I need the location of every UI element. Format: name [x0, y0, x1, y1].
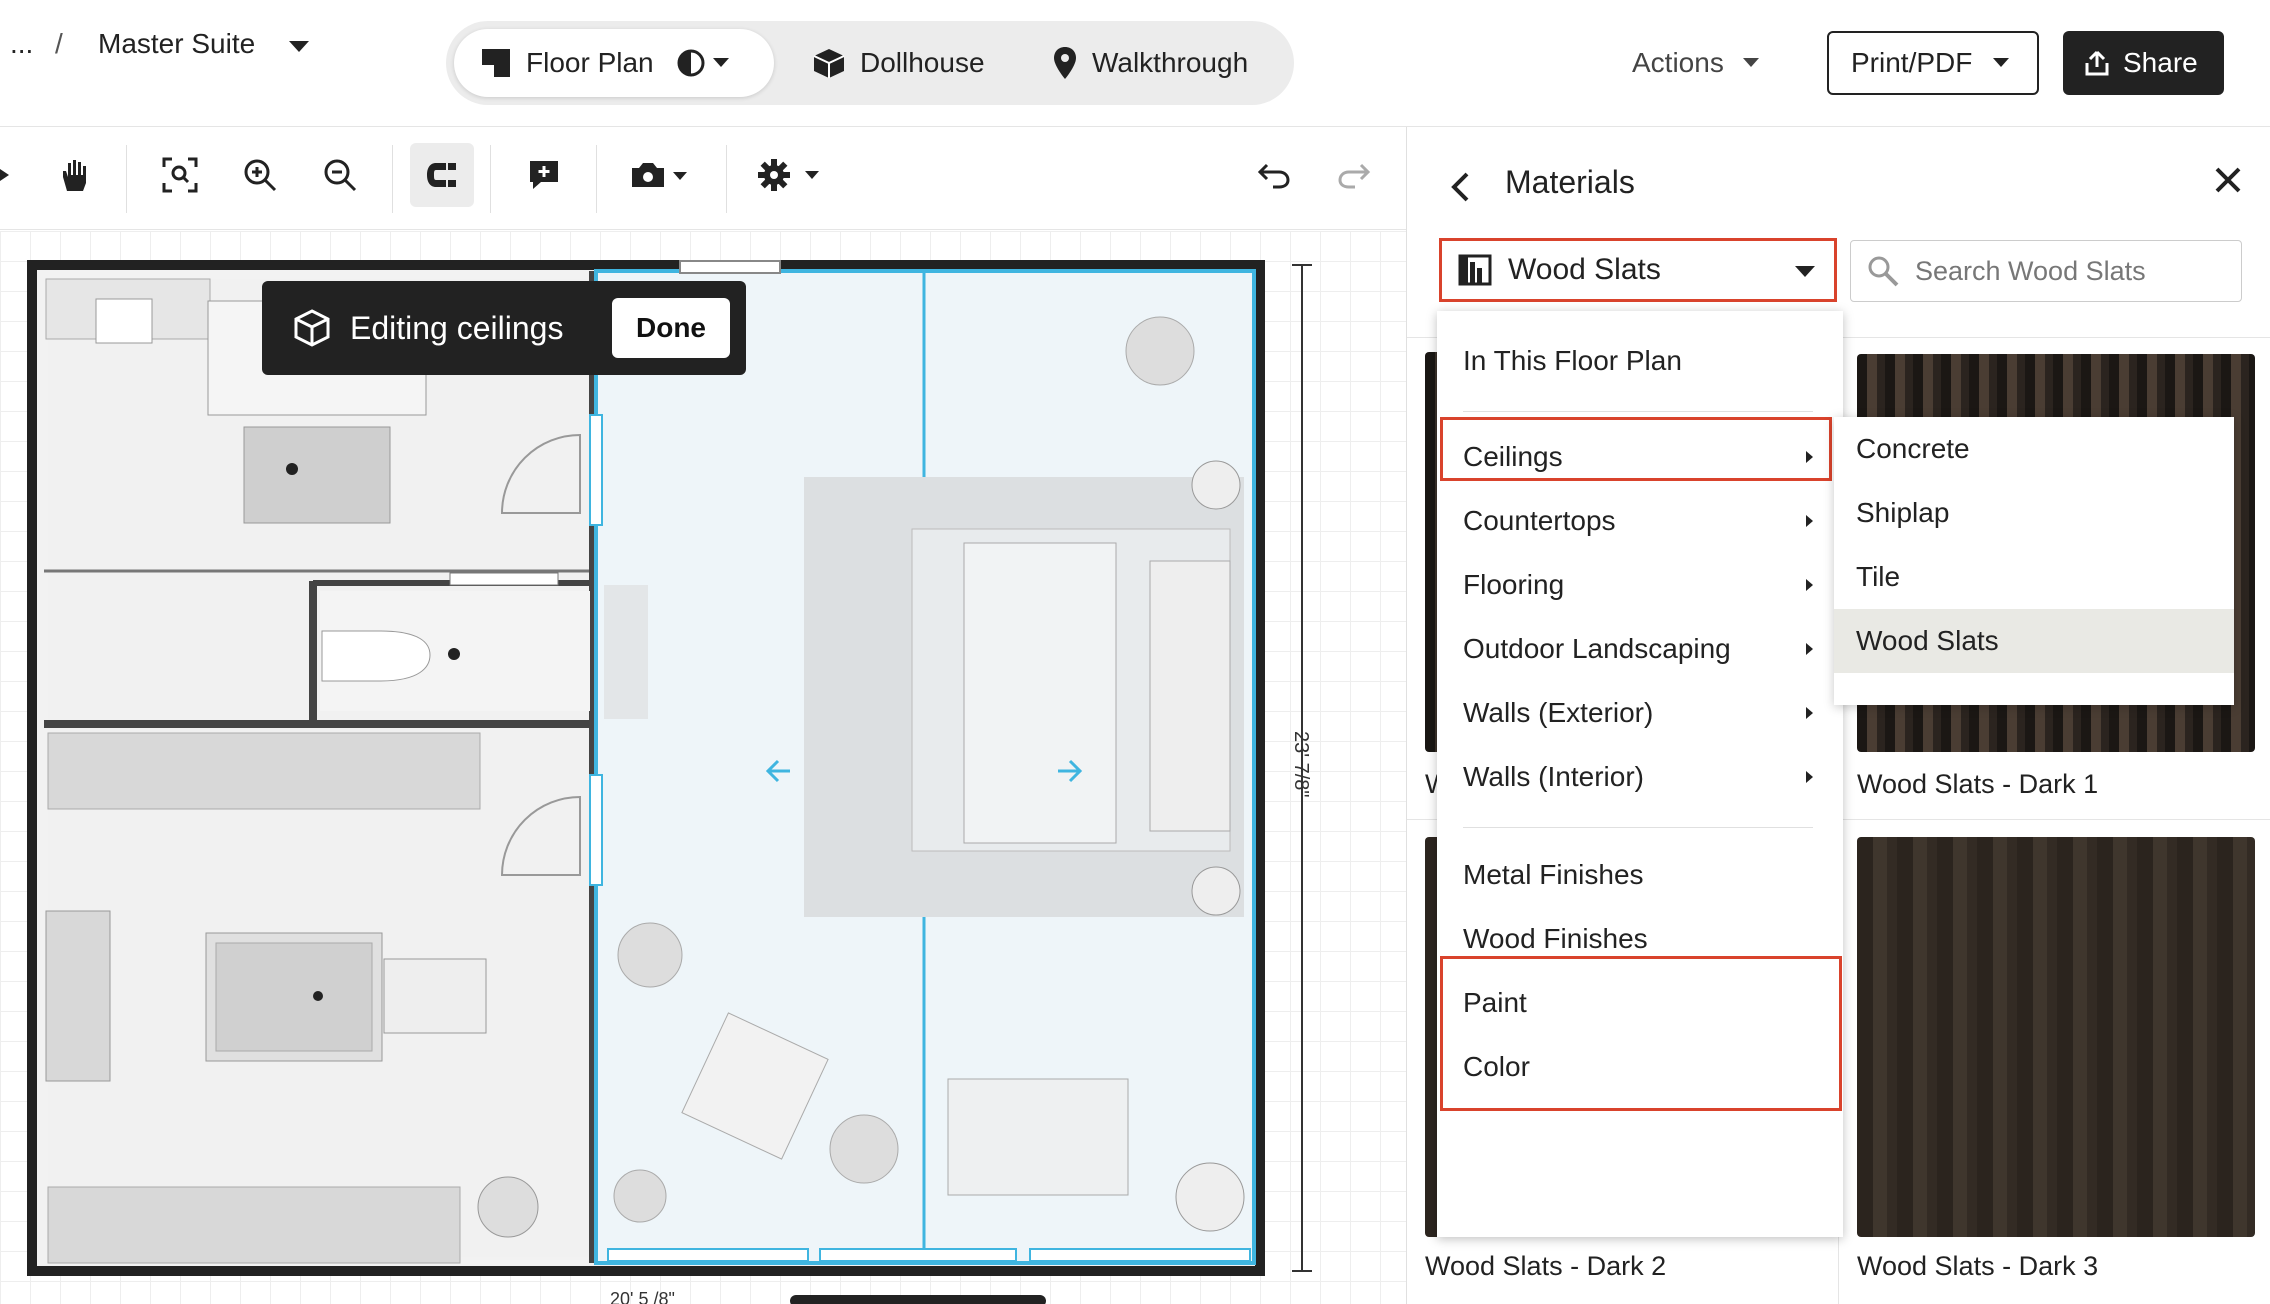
view-floor-plan-label: Floor Plan	[526, 47, 654, 78]
submenu-item-label: Wood Slats	[1856, 625, 1999, 656]
chevron-down-icon	[1742, 58, 1759, 67]
breadcrumb-ellipsis[interactable]: ...	[10, 28, 33, 60]
menu-item-walls-exterior[interactable]: Walls (Exterior)	[1437, 681, 1843, 745]
caret-right-icon	[1806, 707, 1813, 719]
undo-icon[interactable]	[1252, 143, 1296, 207]
menu-item-label: Flooring	[1463, 569, 1565, 600]
canvas-bottom-bar	[790, 1295, 1046, 1304]
dimension-label-bottom: 20' 5 /8"	[610, 1289, 675, 1304]
menu-item-label: Outdoor Landscaping	[1463, 633, 1731, 664]
submenu-item-label: Concrete	[1856, 433, 1970, 464]
chevron-down-icon[interactable]	[288, 40, 310, 54]
print-pdf-label: Print/PDF	[1851, 47, 1973, 78]
menu-item-label: Metal Finishes	[1463, 859, 1644, 890]
zoom-out-icon[interactable]	[314, 143, 366, 207]
material-tile-wood-slats-dark-1-label: Wood Slats - Dark 1	[1857, 769, 2099, 799]
material-tile-wood-slats-dark-3-label: Wood Slats - Dark 3	[1857, 1251, 2099, 1281]
settings-gear-icon[interactable]	[754, 143, 826, 207]
material-category-select[interactable]: Wood Slats	[1439, 238, 1837, 302]
view-dollhouse-button[interactable]: Dollhouse	[812, 29, 1002, 97]
camera-icon[interactable]	[624, 143, 694, 207]
chevron-down-icon	[712, 58, 729, 67]
caret-right-icon	[1806, 771, 1813, 783]
menu-item-label: In This Floor Plan	[1463, 345, 1682, 376]
ceilings-highlight	[1440, 417, 1832, 481]
material-search[interactable]: Search Wood Slats	[1850, 240, 2242, 302]
zoom-in-icon[interactable]	[234, 143, 286, 207]
search-placeholder: Search Wood Slats	[1915, 255, 2146, 286]
canvas-toolbar	[0, 127, 1406, 230]
editing-ceilings-label: Editing ceilings	[350, 309, 564, 346]
submenu-item-label: Tile	[1856, 561, 1901, 592]
view-walkthrough-button[interactable]: Walkthrough	[1052, 29, 1272, 97]
breadcrumb-separator: /	[55, 28, 63, 59]
chevron-down-icon	[1993, 58, 2010, 67]
dollhouse-cube-icon	[813, 49, 845, 78]
material-tile-wood-slats-dark-2-label: Wood Slats - Dark 2	[1425, 1251, 1667, 1281]
menu-item-metal-finishes[interactable]: Metal Finishes	[1437, 843, 1843, 907]
floor-plan-drawing[interactable]	[0, 231, 1406, 1304]
search-icon	[1868, 256, 1899, 287]
submenu-item-shiplap[interactable]: Shiplap	[1834, 481, 2234, 545]
menu-item-flooring[interactable]: Flooring	[1437, 553, 1843, 617]
material-tile-wood-slats-dark-3[interactable]	[1857, 837, 2255, 1237]
share-label: Share	[2123, 47, 2198, 78]
print-pdf-button[interactable]: Print/PDF	[1827, 31, 2039, 95]
share-upload-icon	[2085, 50, 2109, 76]
submenu-item-label: Shiplap	[1856, 497, 1950, 528]
top-bar: ... / Master Suite Floor Plan Dollhouse …	[0, 0, 2270, 127]
view-floor-plan-button[interactable]: Floor Plan	[454, 29, 774, 97]
menu-item-label: Walls (Interior)	[1463, 761, 1644, 792]
caret-right-icon	[1806, 643, 1813, 655]
back-chevron-icon[interactable]	[1449, 171, 1471, 203]
menu-item-walls-interior[interactable]: Walls (Interior)	[1437, 745, 1843, 809]
panel-title: Materials	[1505, 164, 1635, 200]
material-category-label: Wood Slats	[1508, 253, 1661, 286]
ceilings-submenu: Concrete Shiplap Tile Wood Slats	[1834, 417, 2234, 705]
submenu-item-concrete[interactable]: Concrete	[1834, 417, 2234, 481]
done-button[interactable]: Done	[612, 298, 730, 358]
contrast-icon[interactable]	[676, 48, 706, 78]
submenu-item-tile[interactable]: Tile	[1834, 545, 2234, 609]
menu-item-label: Walls (Exterior)	[1463, 697, 1654, 728]
close-icon[interactable]	[2213, 165, 2243, 195]
breadcrumb-current[interactable]: Master Suite	[98, 28, 255, 60]
menu-item-in-this-floor-plan[interactable]: In This Floor Plan	[1437, 329, 1843, 393]
actions-label: Actions	[1632, 47, 1724, 78]
submenu-item-wood-slats[interactable]: Wood Slats	[1834, 609, 2234, 673]
select-icon[interactable]	[0, 143, 14, 207]
view-walkthrough-label: Walkthrough	[1092, 47, 1249, 78]
floor-plan-canvas[interactable]: 23' 7/8" 20' 5 /8"	[0, 231, 1406, 1304]
magnet-snap-icon[interactable]	[410, 143, 474, 207]
materials-panel: Materials Wood Slats Search Wood Slats W…	[1406, 127, 2270, 1304]
cube-outline-icon	[294, 309, 330, 347]
chevron-down-icon	[1795, 266, 1815, 277]
editing-ceilings-banner: Editing ceilings Done	[262, 281, 746, 375]
menu-item-label: Countertops	[1463, 505, 1616, 536]
floor-plan-icon	[482, 49, 510, 77]
zoom-fit-icon[interactable]	[154, 143, 206, 207]
pan-hand-icon[interactable]	[50, 143, 102, 207]
caret-right-icon	[1806, 515, 1813, 527]
paint-color-highlight	[1440, 956, 1842, 1111]
add-comment-icon[interactable]	[518, 143, 570, 207]
view-dollhouse-label: Dollhouse	[860, 47, 985, 78]
dimension-label-vertical: 23' 7/8"	[1290, 731, 1312, 798]
menu-item-countertops[interactable]: Countertops	[1437, 489, 1843, 553]
redo-icon[interactable]	[1332, 143, 1376, 207]
share-button[interactable]: Share	[2063, 31, 2224, 95]
location-pin-icon	[1054, 47, 1076, 79]
view-switcher: Floor Plan Dollhouse Walkthrough	[446, 21, 1294, 105]
material-swatch-icon	[1458, 254, 1492, 286]
actions-menu-button[interactable]: Actions	[1632, 31, 1760, 95]
menu-item-label: Wood Finishes	[1463, 923, 1648, 954]
caret-right-icon	[1806, 579, 1813, 591]
menu-item-outdoor-landscaping[interactable]: Outdoor Landscaping	[1437, 617, 1843, 681]
